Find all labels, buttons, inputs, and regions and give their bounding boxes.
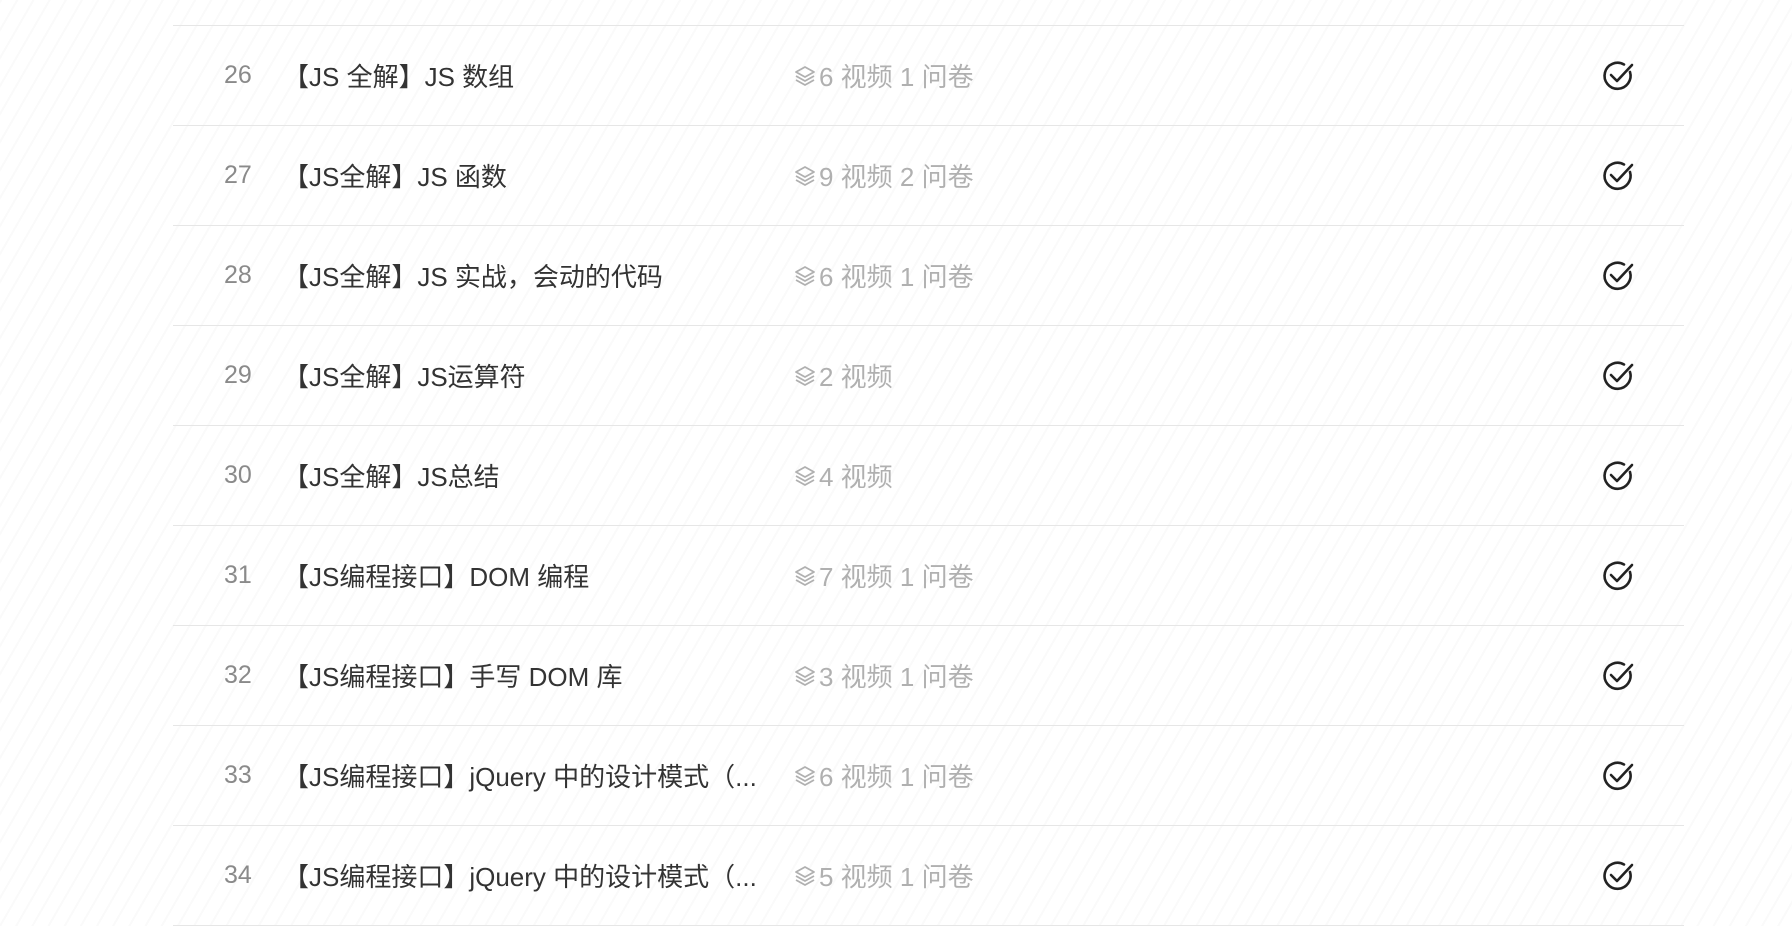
lesson-row[interactable]: 31 【JS编程接口】DOM 编程 7 视频 1 问卷 <box>173 526 1684 626</box>
lesson-title[interactable]: 【JS编程接口】DOM 编程 <box>283 557 783 594</box>
lesson-title[interactable]: 【JS编程接口】jQuery 中的设计模式（... <box>283 857 783 894</box>
check-circle-icon <box>1603 561 1634 590</box>
layers-icon <box>795 465 815 486</box>
layers-icon <box>795 665 815 686</box>
lesson-title[interactable]: 【JS全解】JS 实战，会动的代码 <box>283 257 783 294</box>
layers-icon <box>795 165 815 186</box>
lesson-meta-text: 2 视频 <box>819 362 893 392</box>
layers-icon <box>795 265 815 286</box>
layers-icon <box>795 65 815 86</box>
lesson-title[interactable]: 【JS全解】JS总结 <box>283 457 783 494</box>
lesson-title[interactable]: 【JS全解】JS运算符 <box>283 357 783 394</box>
check-circle-icon <box>1603 261 1634 290</box>
lesson-title[interactable]: 【JS编程接口】jQuery 中的设计模式（... <box>283 757 783 794</box>
lesson-meta-text: 3 视频 1 问卷 <box>819 662 974 692</box>
lesson-number: 29 <box>224 361 252 389</box>
lesson-meta-text: 5 视频 1 问卷 <box>819 862 974 892</box>
lesson-row[interactable]: 28 【JS全解】JS 实战，会动的代码 6 视频 1 问卷 <box>173 226 1684 326</box>
lesson-row[interactable]: 33 【JS编程接口】jQuery 中的设计模式（... 6 视频 1 问卷 <box>173 726 1684 826</box>
check-circle-icon <box>1603 861 1634 890</box>
layers-icon <box>795 765 815 786</box>
check-circle-icon <box>1603 461 1634 490</box>
check-circle-icon <box>1603 61 1634 90</box>
lesson-title[interactable]: 【JS 全解】JS 数组 <box>283 57 783 94</box>
layers-icon <box>795 365 815 386</box>
lesson-row[interactable]: 26 【JS 全解】JS 数组 6 视频 1 问卷 <box>173 26 1684 126</box>
lesson-meta: 3 视频 1 问卷 <box>793 657 974 694</box>
lesson-row[interactable]: 32 【JS编程接口】手写 DOM 库 3 视频 1 问卷 <box>173 626 1684 726</box>
lesson-meta-text: 6 视频 1 问卷 <box>819 262 974 292</box>
lesson-meta: 6 视频 1 问卷 <box>793 57 974 94</box>
lesson-row[interactable]: 34 【JS编程接口】jQuery 中的设计模式（... 5 视频 1 问卷 <box>173 826 1684 926</box>
lesson-meta: 4 视频 <box>793 457 893 494</box>
check-circle-icon <box>1603 761 1634 790</box>
lesson-meta: 6 视频 1 问卷 <box>793 257 974 294</box>
lesson-meta-text: 4 视频 <box>819 462 893 492</box>
page: 26 【JS 全解】JS 数组 6 视频 1 问卷 27 【JS全解】JS 函数… <box>0 0 1792 926</box>
lesson-number: 27 <box>224 161 252 189</box>
lesson-meta: 2 视频 <box>793 357 893 394</box>
lesson-number: 33 <box>224 761 252 789</box>
lesson-number: 26 <box>224 61 252 89</box>
lesson-row[interactable]: 29 【JS全解】JS运算符 2 视频 <box>173 326 1684 426</box>
lesson-number: 28 <box>224 261 252 289</box>
check-circle-icon <box>1603 661 1634 690</box>
layers-icon <box>795 865 815 886</box>
list-top-divider <box>173 0 1684 26</box>
lesson-meta: 7 视频 1 问卷 <box>793 557 974 594</box>
lesson-number: 32 <box>224 661 252 689</box>
lesson-meta: 6 视频 1 问卷 <box>793 757 974 794</box>
lesson-number: 34 <box>224 861 252 889</box>
lesson-meta: 9 视频 2 问卷 <box>793 157 974 194</box>
lesson-number: 30 <box>224 461 252 489</box>
lesson-row[interactable]: 27 【JS全解】JS 函数 9 视频 2 问卷 <box>173 126 1684 226</box>
lesson-title[interactable]: 【JS全解】JS 函数 <box>283 157 783 194</box>
lesson-meta-text: 9 视频 2 问卷 <box>819 162 974 192</box>
lesson-title[interactable]: 【JS编程接口】手写 DOM 库 <box>283 657 783 694</box>
lesson-meta: 5 视频 1 问卷 <box>793 857 974 894</box>
lesson-row[interactable]: 30 【JS全解】JS总结 4 视频 <box>173 426 1684 526</box>
lesson-meta-text: 6 视频 1 问卷 <box>819 762 974 792</box>
check-circle-icon <box>1603 161 1634 190</box>
lesson-meta-text: 6 视频 1 问卷 <box>819 62 974 92</box>
layers-icon <box>795 565 815 586</box>
check-circle-icon <box>1603 361 1634 390</box>
lesson-number: 31 <box>224 561 252 589</box>
lesson-list: 26 【JS 全解】JS 数组 6 视频 1 问卷 27 【JS全解】JS 函数… <box>173 0 1684 926</box>
lesson-meta-text: 7 视频 1 问卷 <box>819 562 974 592</box>
